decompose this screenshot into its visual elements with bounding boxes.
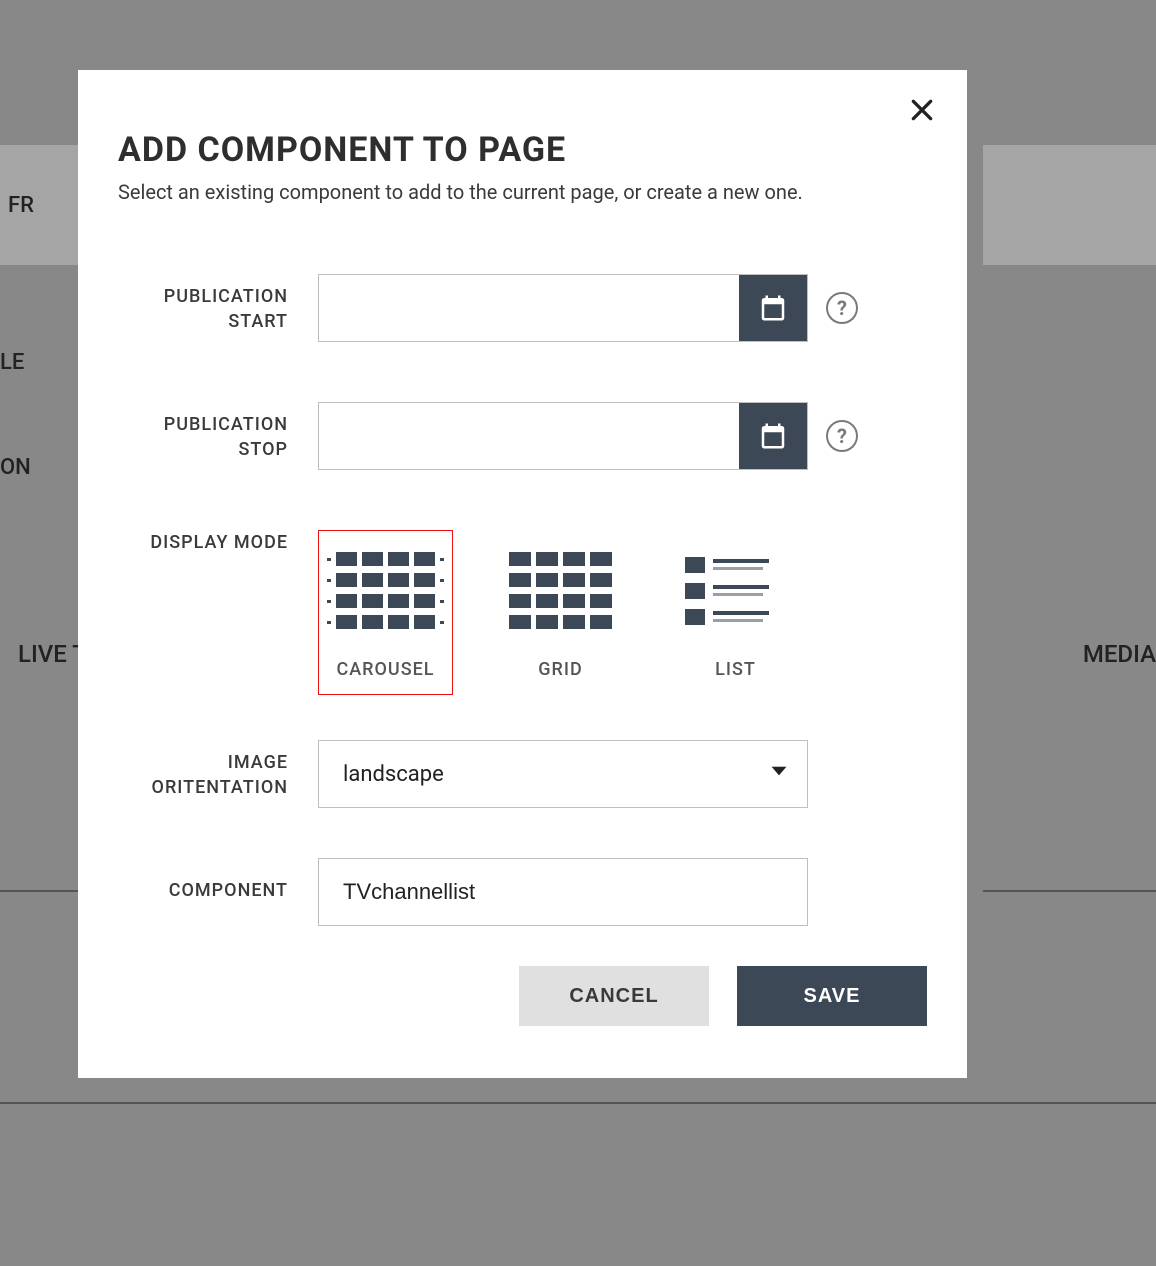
publication-start-help[interactable]: ? [826,292,858,324]
grid-icon [502,543,619,638]
button-row: CANCEL SAVE [118,966,927,1026]
display-mode-options: CAROUSEL GRID LIST [318,530,803,695]
component-label: COMPONENT [118,858,318,903]
publication-stop-calendar-button[interactable] [739,403,807,469]
list-icon [677,543,794,638]
publication-stop-input[interactable] [319,403,739,469]
publication-start-field [318,274,808,342]
list-label: LIST [715,659,756,680]
chevron-down-icon [771,762,787,781]
bg-live-label: LIVE T [18,640,87,668]
display-mode-label: DISPLAY MODE [118,530,318,555]
display-mode-carousel[interactable]: CAROUSEL [318,530,453,695]
image-orientation-select[interactable]: landscape [318,740,808,808]
publication-stop-label: PUBLICATION STOP [118,402,318,462]
publication-start-row: PUBLICATION START ? [118,274,927,342]
close-icon [909,97,935,123]
publication-start-label: PUBLICATION START [118,274,318,334]
bg-nav-fr: FR [8,193,34,218]
add-component-modal: ADD COMPONENT TO PAGE Select an existing… [78,70,967,1078]
image-orientation-label: IMAGE ORITENTATION [118,740,318,800]
component-row: COMPONENT [118,858,927,926]
modal-subtitle: Select an existing component to add to t… [118,180,927,204]
publication-stop-row: PUBLICATION STOP ? [118,402,927,470]
display-mode-list[interactable]: LIST [668,530,803,695]
modal-title: ADD COMPONENT TO PAGE [118,130,927,170]
component-input[interactable] [318,858,808,926]
cancel-button[interactable]: CANCEL [519,966,709,1026]
display-mode-row: DISPLAY MODE CAROUSEL GRID [118,530,927,695]
bg-row1: LE [0,350,24,375]
image-orientation-row: IMAGE ORITENTATION landscape [118,740,927,808]
bg-divider-2 [0,1102,1156,1104]
carousel-icon [327,543,444,638]
carousel-label: CAROUSEL [337,659,435,680]
calendar-icon [758,421,788,451]
display-mode-grid[interactable]: GRID [493,530,628,695]
grid-label: GRID [538,659,582,680]
publication-start-calendar-button[interactable] [739,275,807,341]
publication-start-input[interactable] [319,275,739,341]
publication-stop-field [318,402,808,470]
publication-stop-help[interactable]: ? [826,420,858,452]
save-button[interactable]: SAVE [737,966,927,1026]
close-button[interactable] [902,90,942,130]
bg-media-label: MEDIA [1083,640,1156,668]
image-orientation-value: landscape [343,762,444,787]
bg-row2: ON [0,455,31,480]
calendar-icon [758,293,788,323]
